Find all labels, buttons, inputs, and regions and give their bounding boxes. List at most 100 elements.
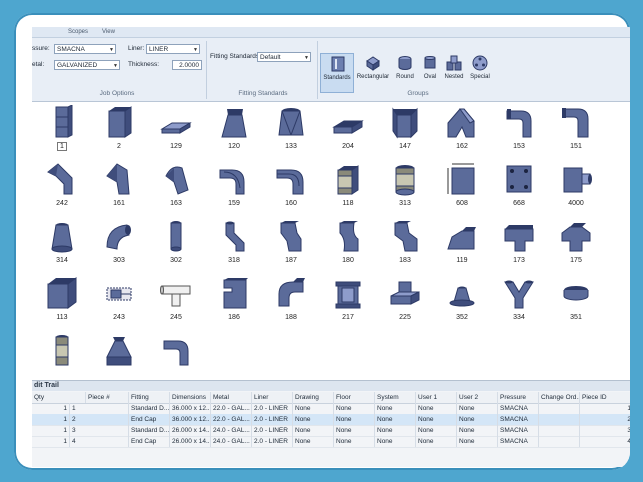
fitting-tile[interactable]: 242 xyxy=(32,160,92,216)
elbow-mitered-icon xyxy=(47,163,73,195)
cell-system: None xyxy=(375,436,416,447)
group-rectangular-button[interactable]: Rectangular xyxy=(354,53,392,93)
fitting-tile[interactable]: 204 xyxy=(318,103,378,159)
app-window: Scopes View ssure: SMACNA ▼ etal: GALVANI… xyxy=(32,27,630,467)
column-header[interactable]: Floor xyxy=(334,392,375,403)
thickness-input[interactable]: 2.0000 xyxy=(172,60,202,70)
thickness-label: Thickness: xyxy=(128,61,160,68)
column-header[interactable]: Pressure xyxy=(498,392,539,403)
fitting-label: 163 xyxy=(170,200,182,207)
elbow-split-icon xyxy=(276,169,304,195)
round-tee-icon xyxy=(160,285,191,307)
group-special-button[interactable]: Special xyxy=(466,53,494,93)
lined-duct-icon xyxy=(337,165,359,195)
group-oval-button[interactable]: Oval xyxy=(418,53,442,93)
fitting-tile[interactable]: 133 xyxy=(261,103,321,159)
fitting-tile[interactable]: 160 xyxy=(261,160,321,216)
round-cap-icon xyxy=(563,286,589,301)
table-row[interactable]: 1 4 End Cap 26.000 x 14... 24.0 - GAL...… xyxy=(32,436,630,448)
fitting-tile[interactable]: 151 xyxy=(546,103,606,159)
fitting-tile[interactable]: 352 xyxy=(432,274,492,330)
fitting-tile[interactable]: 2 xyxy=(89,103,149,159)
column-header[interactable]: Qty xyxy=(32,392,86,403)
fitting-tile[interactable]: 1 xyxy=(32,103,92,159)
fitting-tile[interactable]: 318 xyxy=(204,217,264,273)
group-round-button[interactable]: Round xyxy=(392,53,418,93)
column-header[interactable]: Fitting xyxy=(129,392,170,403)
rect-transition-icon xyxy=(106,337,132,366)
fitting-tile[interactable]: 351 xyxy=(546,274,606,330)
access-panel-icon xyxy=(506,165,532,193)
fitting-tile[interactable]: 303 xyxy=(89,217,149,273)
cell-piece: 1 xyxy=(70,403,129,414)
column-header[interactable]: Dimensions xyxy=(170,392,211,403)
fitting-label: 225 xyxy=(399,314,411,321)
fitting-tile[interactable]: 163 xyxy=(146,160,206,216)
liner-select[interactable]: LINER ▼ xyxy=(146,44,200,54)
metal-select[interactable]: GALVANIZED ▼ xyxy=(54,60,120,70)
fitting-label: 162 xyxy=(456,143,468,150)
fitting-tile[interactable]: 159 xyxy=(204,160,264,216)
tab-view[interactable]: View xyxy=(102,27,115,37)
fitting-tile[interactable]: 118 xyxy=(318,160,378,216)
cell-pressure: SMACNA xyxy=(498,403,539,414)
fitting-label: 313 xyxy=(399,200,411,207)
tab-scopes[interactable]: Scopes xyxy=(68,27,88,37)
fitting-tile[interactable]: 4000 xyxy=(546,160,606,216)
cell-liner: 2.0 - LINER xyxy=(252,414,293,425)
column-header[interactable]: System xyxy=(375,392,416,403)
group-standards-button[interactable]: Standards xyxy=(320,53,354,93)
fitting-tile[interactable]: 161 xyxy=(89,160,149,216)
column-header[interactable]: Liner xyxy=(252,392,293,403)
fitting-tile[interactable]: 314 xyxy=(32,217,92,273)
fitting-tile[interactable]: 245 xyxy=(146,274,206,330)
fitting-tile[interactable]: 113 xyxy=(32,274,92,330)
elbow-vane-icon xyxy=(219,169,245,195)
fitting-tile[interactable]: 217 xyxy=(318,274,378,330)
fitting-tile[interactable]: 313 xyxy=(375,160,435,216)
groups-title: Groups xyxy=(407,90,429,97)
cell-change-order xyxy=(539,403,580,414)
fitting-tile[interactable]: 334 xyxy=(489,274,549,330)
fitting-tile[interactable]: 129 xyxy=(146,103,206,159)
fitting-tile[interactable]: 147 xyxy=(375,103,435,159)
fitting-tile[interactable]: 225 xyxy=(375,274,435,330)
column-header[interactable]: User 1 xyxy=(416,392,457,403)
fitting-tile[interactable]: 120 xyxy=(204,103,264,159)
column-header[interactable]: Change Ord... xyxy=(539,392,580,403)
fitting-tile[interactable] xyxy=(32,331,92,387)
fitting-tile[interactable]: 608 xyxy=(432,160,492,216)
cell-piece: 2 xyxy=(70,414,129,425)
fitting-tile[interactable]: 668 xyxy=(489,160,549,216)
column-header[interactable]: Piece # xyxy=(86,392,129,403)
offset-transition-icon xyxy=(392,107,418,139)
fitting-tile[interactable]: 188 xyxy=(261,274,321,330)
fitting-tile[interactable]: 153 xyxy=(489,103,549,159)
cell-dimensions: 26.000 x 14... xyxy=(172,425,211,436)
group-nested-button[interactable]: Nested xyxy=(442,53,466,93)
cell-piece-id: 1 xyxy=(580,403,630,414)
column-header[interactable]: Drawing xyxy=(293,392,334,403)
fitting-label: 113 xyxy=(56,314,68,321)
column-header[interactable]: Piece ID xyxy=(580,392,630,403)
fitting-tile[interactable]: 183 xyxy=(375,217,435,273)
fitting-tile[interactable]: 302 xyxy=(146,217,206,273)
boot-icon xyxy=(223,278,248,309)
pressure-select[interactable]: SMACNA ▼ xyxy=(54,44,116,54)
cell-floor: None xyxy=(334,436,375,447)
column-header[interactable]: Metal xyxy=(211,392,252,403)
fitting-tile[interactable]: 187 xyxy=(261,217,321,273)
fitting-tile[interactable] xyxy=(89,331,149,387)
fitting-tile[interactable]: 175 xyxy=(546,217,606,273)
column-header[interactable]: User 2 xyxy=(457,392,498,403)
fitting-tile[interactable]: 173 xyxy=(489,217,549,273)
fitting-standards-select[interactable]: Default ▼ xyxy=(257,52,311,62)
fitting-tile[interactable]: 243 xyxy=(89,274,149,330)
fitting-tile[interactable]: 119 xyxy=(432,217,492,273)
fitting-tile[interactable]: 162 xyxy=(432,103,492,159)
job-options-title: Job Options xyxy=(99,90,135,97)
fitting-tile[interactable]: 186 xyxy=(204,274,264,330)
fitting-label: 133 xyxy=(285,143,297,150)
fitting-tile[interactable]: 180 xyxy=(318,217,378,273)
fitting-tile[interactable] xyxy=(146,331,206,387)
